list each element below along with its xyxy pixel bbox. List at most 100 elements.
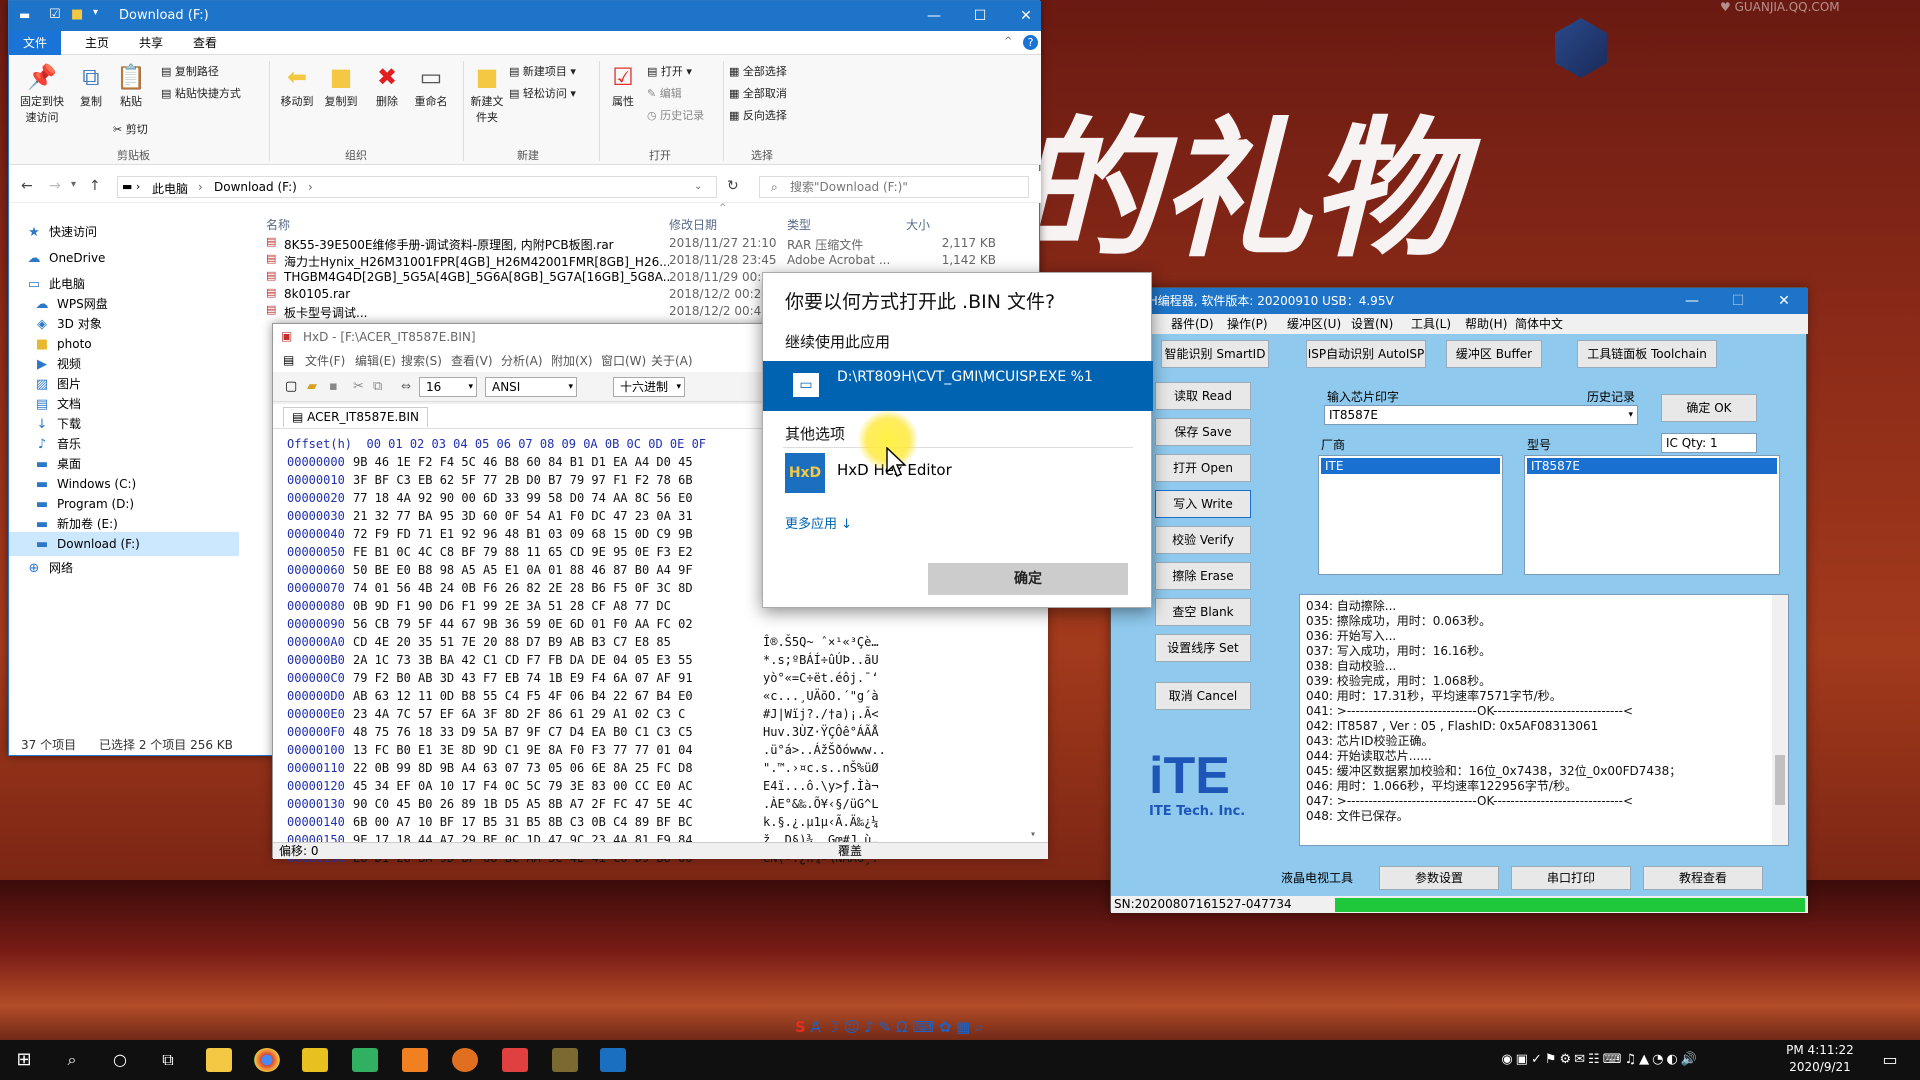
properties-icon[interactable]: ☑ xyxy=(49,8,61,21)
ime-chinese-mode-icon[interactable]: A xyxy=(811,1018,821,1036)
nav-item[interactable]: ★ 快速访问 xyxy=(9,220,239,244)
copy-to-button[interactable]: ■ 复制到 xyxy=(319,65,363,109)
ime-handwrite-icon[interactable]: ✎ xyxy=(879,1018,892,1036)
hex-row[interactable]: 00000140 6B 00 A7 10 BF 17 B5 31 B5 8B C3… xyxy=(273,813,1033,831)
invert-selection-button[interactable]: ▦ 反向选择 xyxy=(729,107,787,123)
hex-row[interactable]: 00000120 45 34 EF 0A 10 17 F4 0C 5C 79 3E… xyxy=(273,777,1033,795)
select-none-button[interactable]: ▦ 全部取消 xyxy=(729,85,787,101)
hxd-menu-item[interactable]: 查看(V) xyxy=(451,350,493,372)
prog-menu-item[interactable]: 设置(N) xyxy=(1351,314,1393,334)
prog-side-button[interactable]: 擦除 Erase xyxy=(1155,562,1251,590)
hex-row[interactable]: 000000E0 23 4A 7C 57 EF 6A 3F 8D 2F 86 61… xyxy=(273,705,1033,723)
hxd-taskbar-icon[interactable] xyxy=(600,1048,626,1072)
prog-menu-item[interactable]: 操作(P) xyxy=(1227,314,1268,334)
hxd-menu-item[interactable]: 分析(A) xyxy=(501,350,543,372)
hxd-menu-item[interactable]: 附加(X) xyxy=(551,350,593,372)
ok-button[interactable]: 确定 OK xyxy=(1661,394,1757,422)
prog-top-button[interactable]: 智能识别 SmartID xyxy=(1161,340,1269,368)
open-file-icon[interactable]: ▰ xyxy=(307,380,317,393)
sogou-icon[interactable]: S xyxy=(795,1018,806,1036)
cortana-icon[interactable]: ○ xyxy=(102,1046,138,1074)
hxd-menu-item[interactable]: 关于(A) xyxy=(651,350,693,372)
app-green-icon[interactable] xyxy=(352,1048,378,1072)
hex-row[interactable]: 00000100 13 FC B0 E1 3E 8D 9D C1 9E 8A F0… xyxy=(273,741,1033,759)
more-apps-link[interactable]: 更多应用 ↓ xyxy=(785,513,852,532)
app-prog-icon[interactable] xyxy=(552,1048,578,1072)
ime-keyboard-icon[interactable]: ⌨ xyxy=(912,1018,934,1036)
ime-toolbar[interactable]: S A ☽ ☺ ♪ ✎ Ω ⌨ ✿ ▦ ⌕ xyxy=(795,1018,1155,1040)
tab-home[interactable]: 主页 xyxy=(71,31,123,55)
prog-side-button[interactable]: 写入 Write xyxy=(1155,490,1251,518)
hex-row[interactable]: 000000A0 CD 4E 20 35 51 7E 20 88 D7 B9 AB… xyxy=(273,633,1033,651)
cut-icon[interactable]: ✂ xyxy=(353,380,364,393)
tab-file[interactable]: 文件 xyxy=(9,31,62,55)
prog-bottom-button[interactable]: 教程查看 xyxy=(1643,866,1763,890)
ime-symbol-icon[interactable]: Ω xyxy=(896,1018,907,1036)
nav-item[interactable]: ▬ Download (F:) xyxy=(9,532,239,556)
ime-emoji-icon[interactable]: ☺ xyxy=(844,1018,860,1036)
nav-item[interactable]: ☁ OneDrive xyxy=(9,246,239,270)
search-icon[interactable]: ⌕ xyxy=(54,1046,90,1074)
windows-start-icon[interactable]: ⊞ xyxy=(6,1046,42,1074)
task-view-icon[interactable]: ⧉ xyxy=(150,1046,186,1074)
model-item-it8587e[interactable]: IT8587E xyxy=(1527,458,1777,474)
column-size[interactable]: 大小 xyxy=(906,216,930,233)
chrome-icon[interactable] xyxy=(254,1048,280,1072)
copy-path-button[interactable]: ▤ 复制路径 xyxy=(161,63,219,79)
help-icon[interactable]: ? xyxy=(1023,35,1038,50)
explorer-title-bar[interactable]: ▬ ☑ ■ ▾ Download (F:) — ☐ ✕ xyxy=(9,1,1041,31)
prog-menu-item[interactable]: 器件(D) xyxy=(1171,314,1214,334)
new-item-button[interactable]: ▤ 新建项目 ▾ xyxy=(509,63,576,79)
folder-icon[interactable]: ■ xyxy=(71,8,83,21)
select-all-button[interactable]: ▦ 全部选择 xyxy=(729,63,787,79)
column-date[interactable]: 修改日期 xyxy=(669,216,717,233)
hex-row[interactable]: 000000B0 2A 1C 73 3B BA 42 C1 CD F7 FB DA… xyxy=(273,651,1033,669)
chevron-up-icon[interactable]: ^ xyxy=(1004,37,1012,47)
recent-chevron-icon[interactable]: ▾ xyxy=(71,180,76,190)
app-search-icon[interactable] xyxy=(452,1048,478,1072)
pin-quick-access-button[interactable]: 📌 固定到快速访问 xyxy=(17,65,67,125)
prog-side-button[interactable]: 查空 Blank xyxy=(1155,598,1251,626)
ime-punctuation-icon[interactable]: ☽ xyxy=(826,1018,839,1036)
breadcrumb-download[interactable]: Download (F:) xyxy=(214,180,297,194)
delete-button[interactable]: ✖ 删除 xyxy=(367,65,407,109)
save-icon[interactable]: ▪ xyxy=(329,380,338,393)
hex-row[interactable]: 00000130 90 C0 45 B0 26 89 1B D5 A5 8B A7… xyxy=(273,795,1033,813)
refresh-icon[interactable]: ↻ xyxy=(727,179,739,193)
prog-menu-item[interactable]: 简体中文 xyxy=(1515,314,1563,334)
edit-button[interactable]: ✎ 编辑 xyxy=(647,85,682,101)
hex-row[interactable]: 00000090 56 CB 79 5F 44 67 9B 36 59 0E 6D… xyxy=(273,615,1033,633)
taskbar-clock[interactable]: PM 4:11:22 2020/9/21 xyxy=(1780,1042,1860,1078)
scroll-down-icon[interactable]: ▾ xyxy=(1030,829,1036,840)
prog-side-button[interactable]: 打开 Open xyxy=(1155,454,1251,482)
search-input[interactable]: 搜索"Download (F:)" xyxy=(759,176,1029,198)
prog-side-button[interactable]: 取消 Cancel xyxy=(1155,682,1251,710)
tab-share[interactable]: 共享 xyxy=(125,31,177,55)
log-scrollbar[interactable] xyxy=(1772,595,1788,845)
hex-row[interactable]: 000000F0 48 75 76 18 33 D9 5A B7 9F C7 D4… xyxy=(273,723,1033,741)
hxd-menu-item[interactable]: 编辑(E) xyxy=(355,350,396,372)
copy-button[interactable]: ⧉ 复制 xyxy=(73,65,109,109)
open-button[interactable]: ▤ 打开 ▾ xyxy=(647,63,692,79)
minimize-button[interactable]: — xyxy=(911,1,957,31)
model-list[interactable]: IT8587E xyxy=(1524,455,1780,575)
log-output[interactable]: 034: 自动擦除... 035: 擦除成功，用时：0.063秒。 036: 开始写… xyxy=(1299,594,1789,846)
hxd-menu-item[interactable]: 窗口(W) xyxy=(601,350,646,372)
ime-search-icon[interactable]: ⌕ xyxy=(975,1018,983,1036)
cut-button[interactable]: ✂ 剪切 xyxy=(113,121,148,137)
address-box[interactable]: ▬ › 此电脑 › Download (F:) › ⌄ xyxy=(117,176,717,198)
column-name[interactable]: 名称 xyxy=(266,216,290,233)
app-red-icon[interactable] xyxy=(502,1048,528,1072)
paste-shortcut-button[interactable]: ▤ 粘贴快捷方式 xyxy=(161,85,241,101)
prog-top-button[interactable]: 工具链面板 Toolchain xyxy=(1577,340,1717,368)
ime-voice-icon[interactable]: ♪ xyxy=(864,1018,874,1036)
prog-side-button[interactable]: 校验 Verify xyxy=(1155,526,1251,554)
base-select[interactable]: 十六进制 ▾ xyxy=(613,377,685,397)
prog-menu-item[interactable]: 帮助(H) xyxy=(1465,314,1507,334)
easy-access-button[interactable]: ▤ 轻松访问 ▾ xyxy=(509,85,576,101)
tab-acer-bin[interactable]: ▤ ACER_IT8587E.BIN xyxy=(283,407,429,427)
breadcrumb-this-pc[interactable]: 此电脑 xyxy=(152,180,188,197)
maximize-button[interactable]: ☐ xyxy=(1715,288,1761,314)
hxd-app-option[interactable]: HxD HxD Hex Editor xyxy=(785,453,1145,497)
app-orange-icon[interactable] xyxy=(402,1048,428,1072)
